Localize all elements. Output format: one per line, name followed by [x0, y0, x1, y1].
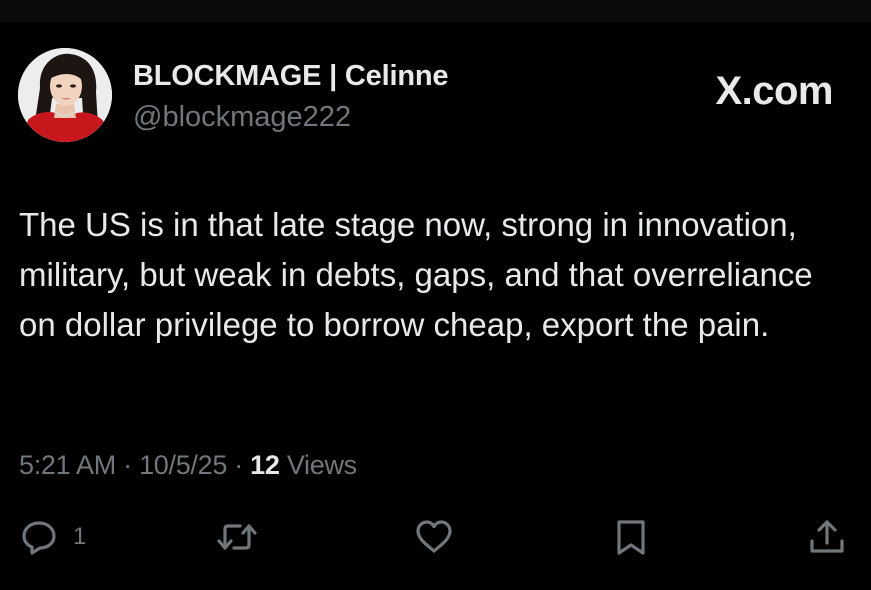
- avatar-photo: [18, 48, 112, 142]
- share-button[interactable]: [807, 515, 847, 559]
- reply-count: 1: [73, 523, 87, 550]
- author-handle[interactable]: @blockmage222: [133, 101, 351, 134]
- meta-separator: ·: [234, 450, 243, 480]
- brand-watermark: X.com: [715, 69, 833, 113]
- top-status-strip: [0, 0, 871, 22]
- like-button[interactable]: [414, 515, 454, 559]
- retweet-button[interactable]: [216, 515, 258, 559]
- tweet-time[interactable]: 5:21 AM: [19, 450, 116, 480]
- views-count: 12: [250, 450, 280, 480]
- share-icon: [810, 520, 844, 553]
- avatar[interactable]: [18, 48, 112, 142]
- like-icon: [416, 520, 452, 553]
- bookmark-button[interactable]: [611, 515, 651, 559]
- action-bar: 1: [0, 515, 871, 559]
- reply-icon: [22, 521, 56, 555]
- tweet-text: The US is in that late stage now, strong…: [19, 206, 813, 343]
- author-display-name[interactable]: BLOCKMAGE | Celinne: [133, 60, 448, 93]
- bookmark-icon: [617, 520, 645, 555]
- tweet-date[interactable]: 10/5/25: [139, 450, 227, 480]
- reply-button[interactable]: 1: [19, 515, 86, 559]
- meta-separator: ·: [123, 450, 132, 480]
- tweet-metadata: 5:21 AM · 10/5/25 · 12 Views: [19, 450, 357, 481]
- views-label: Views: [286, 450, 357, 480]
- retweet-icon: [217, 524, 257, 550]
